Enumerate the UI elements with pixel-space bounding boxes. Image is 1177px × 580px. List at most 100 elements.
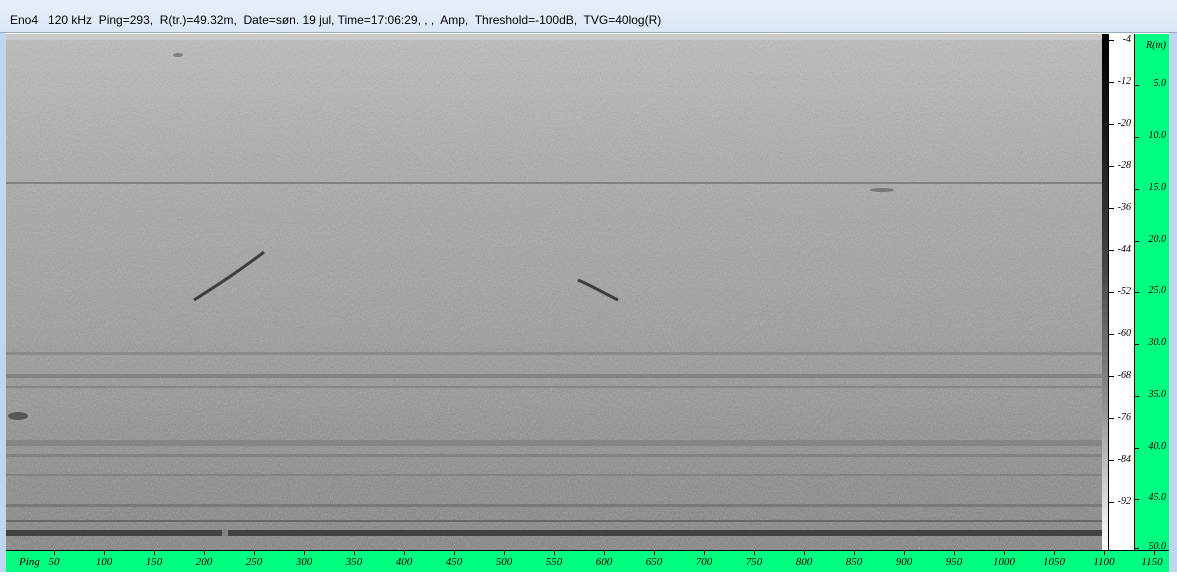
ping-tick <box>554 551 555 555</box>
range-label: 35.0 <box>1148 389 1167 400</box>
title-bar: Eno4 120 kHz Ping=293, R(tr.)=49.32m, Da… <box>0 0 1177 33</box>
ping-tick <box>654 551 655 555</box>
range-axis: R(m) 5.0 10.0 15.0 20.0 25.0 30.0 35.0 4… <box>1134 34 1169 552</box>
scale-label: -52 <box>1117 286 1131 297</box>
scale-tick <box>1109 334 1114 335</box>
scale-label: -28 <box>1117 160 1131 171</box>
range-tick <box>1135 548 1139 549</box>
ping-label: 950 <box>945 556 963 568</box>
range-label: 30.0 <box>1148 337 1167 348</box>
range-label: 40.0 <box>1148 441 1167 452</box>
ping-tick <box>154 551 155 555</box>
scale-tick <box>1109 292 1114 293</box>
amplitude-scale: -4 -12 -20 -28 -36 -44 -52 -60 -68 -76 -… <box>1108 34 1134 550</box>
ping-label: 900 <box>895 556 913 568</box>
ping-label: 600 <box>595 556 613 568</box>
scale-tick <box>1109 376 1114 377</box>
ping-tick <box>254 551 255 555</box>
range-label: 20.0 <box>1148 234 1167 245</box>
ping-label: 800 <box>795 556 813 568</box>
ping-axis: Ping 50 100 150 200 250 300 350 400 450 … <box>6 550 1169 572</box>
scale-tick <box>1109 418 1114 419</box>
ping-tick <box>1104 551 1105 555</box>
scale-tick <box>1109 502 1114 503</box>
scale-label: -92 <box>1117 496 1131 507</box>
ping-tick <box>604 551 605 555</box>
scale-label: -60 <box>1117 328 1131 339</box>
ping-tick <box>754 551 755 555</box>
scale-label: -76 <box>1117 412 1131 423</box>
ping-axis-title: Ping <box>19 556 40 568</box>
scale-label: -12 <box>1117 76 1131 87</box>
ping-label: 1000 <box>993 556 1015 568</box>
ping-label: 700 <box>695 556 713 568</box>
ping-label: 1050 <box>1043 556 1065 568</box>
ping-tick <box>354 551 355 555</box>
ping-tick <box>204 551 205 555</box>
range-tick <box>1135 344 1139 345</box>
ping-label: 850 <box>845 556 863 568</box>
ping-label: 1150 <box>1141 556 1163 568</box>
echogram-view[interactable] <box>6 34 1102 550</box>
scale-label: -4 <box>1122 34 1131 45</box>
range-label: 45.0 <box>1148 492 1167 503</box>
range-tick <box>1135 241 1139 242</box>
ping-tick <box>1154 551 1155 555</box>
ping-tick <box>804 551 805 555</box>
range-tick <box>1135 499 1139 500</box>
window-title: Eno4 120 kHz Ping=293, R(tr.)=49.32m, Da… <box>10 13 662 27</box>
scale-label: -20 <box>1117 118 1131 129</box>
range-tick <box>1135 85 1139 86</box>
ping-tick <box>854 551 855 555</box>
ping-tick <box>504 551 505 555</box>
range-label: 15.0 <box>1148 182 1167 193</box>
ping-label: 50 <box>48 556 60 568</box>
scale-tick <box>1109 40 1114 41</box>
range-tick <box>1135 292 1139 293</box>
ping-label: 650 <box>645 556 663 568</box>
ping-label: 350 <box>345 556 363 568</box>
ping-label: 500 <box>495 556 513 568</box>
scale-tick <box>1109 166 1114 167</box>
scale-tick <box>1109 250 1114 251</box>
scale-tick <box>1109 460 1114 461</box>
ping-label: 450 <box>445 556 463 568</box>
ping-tick <box>904 551 905 555</box>
ping-label: 150 <box>145 556 163 568</box>
ping-label: 550 <box>545 556 563 568</box>
ping-tick <box>404 551 405 555</box>
ping-label: 100 <box>95 556 113 568</box>
scale-label: -84 <box>1117 454 1131 465</box>
ping-tick <box>304 551 305 555</box>
scale-tick <box>1109 208 1114 209</box>
range-tick <box>1135 396 1139 397</box>
scale-label: -36 <box>1117 202 1131 213</box>
scale-label: -44 <box>1117 244 1131 255</box>
range-tick <box>1135 448 1139 449</box>
bottom-strip <box>0 572 1177 580</box>
range-label: 25.0 <box>1148 285 1167 296</box>
range-label: 10.0 <box>1148 130 1167 141</box>
ping-label: 1100 <box>1093 556 1115 568</box>
range-axis-title: R(m) <box>1146 40 1166 51</box>
ping-label: 750 <box>745 556 763 568</box>
ping-label: 250 <box>245 556 263 568</box>
ping-tick <box>1054 551 1055 555</box>
ping-label: 400 <box>395 556 413 568</box>
ping-label: 200 <box>195 556 213 568</box>
echogram-image <box>6 34 1102 550</box>
ping-tick <box>704 551 705 555</box>
scale-label: -68 <box>1117 370 1131 381</box>
ping-tick <box>954 551 955 555</box>
ping-tick <box>454 551 455 555</box>
range-tick <box>1135 137 1139 138</box>
ping-label: 300 <box>295 556 313 568</box>
window-frame-right <box>1169 33 1177 580</box>
scale-tick <box>1109 124 1114 125</box>
ping-tick <box>1004 551 1005 555</box>
range-tick <box>1135 189 1139 190</box>
ping-tick <box>54 551 55 555</box>
range-label: 5.0 <box>1153 78 1167 89</box>
scale-tick <box>1109 82 1114 83</box>
ping-tick <box>104 551 105 555</box>
